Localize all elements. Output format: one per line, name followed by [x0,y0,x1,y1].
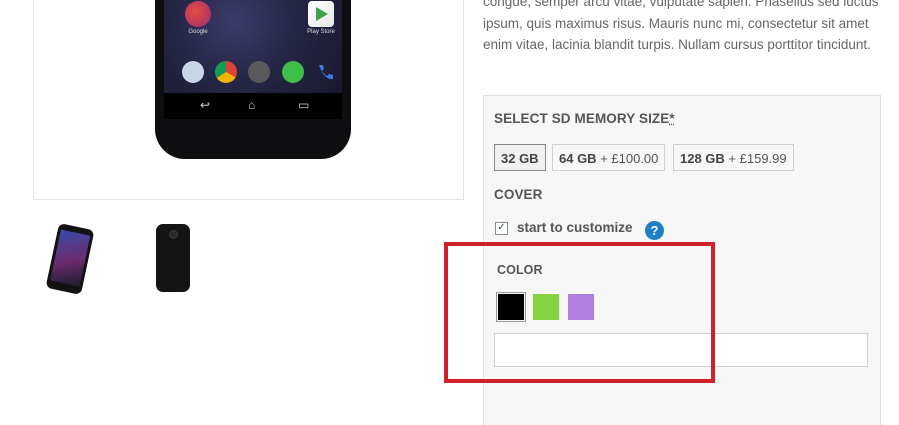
app-drawer-icon [248,61,270,83]
product-options-panel: SELECT SD MEMORY SIZE* 32 GB 64 GB + £10… [483,95,881,425]
camera-app-icon [182,61,204,83]
recents-icon: ▭ [298,98,310,112]
google-app-icon [185,1,211,27]
hangouts-app-icon [282,61,304,83]
cover-title: COVER [494,187,543,202]
customize-checkbox-label[interactable]: start to customize [517,220,633,235]
product-description: congue, semper arcu vitae, vulputate sap… [483,0,879,52]
play-store-icon [308,1,334,27]
phone-app-icon [314,61,336,83]
phone-nav-bar: ↩ ⌂ ▭ [164,93,342,119]
home-icon: ⌂ [248,98,256,112]
color-swatch-black[interactable] [496,292,526,322]
memory-option-64gb[interactable]: 64 GB + £100.00 [552,144,666,171]
play-store-label: Play Store [307,29,335,35]
phone-front-thumb-image [45,222,95,296]
memory-option-32gb[interactable]: 32 GB [494,144,546,171]
color-text-field[interactable] [494,333,868,367]
phone-back-thumb-image [156,224,190,292]
chrome-app-icon [215,61,237,83]
back-icon: ↩ [200,98,211,112]
memory-option-size: 128 GB [680,151,725,166]
memory-size-title-text: SELECT SD MEMORY SIZE [494,111,670,126]
thumbnail-front[interactable] [44,220,104,298]
memory-option-size: 32 GB [501,151,539,166]
memory-option-price: + £159.99 [724,151,787,166]
memory-option-128gb[interactable]: 128 GB + £159.99 [673,144,794,171]
main-product-image[interactable]: Google Play Store ↩ ⌂ ▭ [33,0,464,200]
thumbnail-back[interactable] [144,220,204,298]
color-title: COLOR [497,263,543,277]
memory-option-size: 64 GB [559,151,597,166]
required-mark: * [669,111,675,126]
phone-image: Google Play Store ↩ ⌂ ▭ [155,0,351,159]
memory-size-title: SELECT SD MEMORY SIZE* [494,111,675,126]
product-page: Google Play Store ↩ ⌂ ▭ congue, semper a… [0,0,899,425]
color-swatch-green[interactable] [533,294,559,320]
phone-screen: Google Play Store ↩ ⌂ ▭ [164,0,342,119]
color-swatch-purple[interactable] [568,294,594,320]
help-icon[interactable]: ? [645,221,664,240]
customize-checkbox[interactable]: ✓ [495,222,508,235]
google-app-label: Google [188,29,208,35]
memory-option-price: + £100.00 [596,151,659,166]
